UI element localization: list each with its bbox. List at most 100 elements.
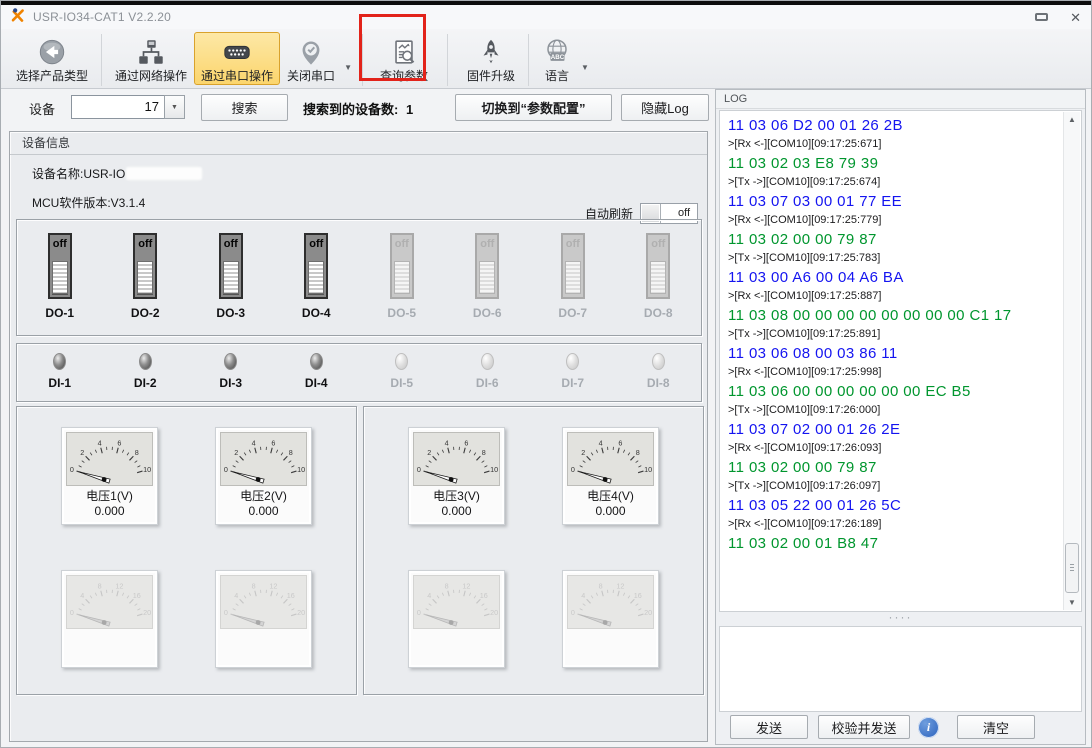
svg-text:16: 16	[133, 591, 141, 600]
toolbar-button-close-serial[interactable]: 关闭串口	[280, 32, 342, 85]
gauge-value: 0.000	[66, 504, 153, 519]
device-info-groupbox: 设备信息 设备名称:USR-IO MCU软件版本:V3.1.4 自动刷新 off…	[9, 131, 708, 742]
close-button[interactable]: ✕	[1070, 11, 1081, 24]
di-channel: DI-1	[17, 344, 103, 401]
send-button[interactable]: 发送	[730, 715, 808, 739]
toolbar: 选择产品类型 通过网络操作	[1, 29, 1091, 89]
svg-text:4: 4	[80, 591, 84, 600]
toolbar-button-select-product[interactable]: 选择产品类型	[9, 32, 95, 85]
switch-to-param-config-button[interactable]: 切换到“参数配置”	[455, 94, 612, 121]
do-state-text: off	[477, 238, 497, 250]
language-dropdown-arrow[interactable]: ▼	[581, 63, 589, 72]
svg-text:4: 4	[445, 438, 449, 447]
di-label: DI-6	[476, 376, 499, 390]
scrollbar-thumb[interactable]	[1065, 543, 1079, 593]
device-info-title: 设备信息	[10, 132, 707, 155]
log-view: 11 03 06 D2 00 01 26 2B >[Rx <-][COM10][0…	[719, 110, 1082, 612]
chevron-down-icon[interactable]: ▼	[164, 95, 185, 119]
clear-button[interactable]: 清空	[957, 715, 1035, 739]
minimize-button[interactable]	[1035, 13, 1048, 21]
do-switch-handle[interactable]	[137, 261, 153, 294]
svg-text:6: 6	[464, 438, 468, 447]
di-led-icon	[53, 353, 66, 370]
gauge-label: 电压3(V)	[413, 489, 500, 504]
do-channel: offDO-8	[616, 220, 702, 335]
svg-text:0: 0	[70, 464, 74, 473]
do-channel: offDO-1	[17, 220, 103, 335]
do-switch-handle[interactable]	[308, 261, 324, 294]
screenshot-top-border	[1, 1, 1091, 5]
gauge-text: 电压1(V)0.000	[66, 486, 153, 522]
di-led-icon	[224, 353, 237, 370]
log-hex-line: 11 03 08 00 00 00 00 00 00 00 00 C1 17	[728, 305, 1062, 326]
found-devices-text: 搜索到的设备数: 1	[303, 99, 413, 118]
gauge-dial: 048121620	[66, 575, 153, 629]
splitter-handle[interactable]: ····	[716, 613, 1085, 625]
log-meta-line: >[Tx ->][COM10][09:17:25:891]	[728, 326, 1062, 343]
do-switch-handle[interactable]	[52, 261, 68, 294]
info-icon[interactable]: i	[918, 717, 939, 738]
toolbar-button-firmware-upgrade[interactable]: 固件升级	[460, 32, 522, 85]
svg-text:12: 12	[616, 581, 624, 590]
scroll-up-arrow[interactable]: ▲	[1064, 112, 1080, 127]
do-switch-handle	[650, 261, 666, 294]
toolbar-button-serial-mode[interactable]: 通过串口操作	[194, 32, 280, 85]
title-bar: USR-IO34-CAT1 V2.2.20 ✕	[1, 5, 1091, 29]
verify-send-button[interactable]: 校验并发送	[818, 715, 910, 739]
di-label: DI-5	[390, 376, 413, 390]
device-name-redacted	[126, 167, 202, 180]
svg-text:16: 16	[634, 591, 642, 600]
di-led-icon	[481, 353, 494, 370]
do-state-text: off	[50, 238, 70, 250]
device-id-value[interactable]: 17	[71, 95, 164, 119]
do-switch-handle[interactable]	[223, 261, 239, 294]
gauge-value: 0.000	[567, 504, 654, 519]
do-switch[interactable]: off	[304, 233, 328, 299]
rocket-icon	[476, 35, 506, 69]
do-label: DO-6	[473, 306, 502, 320]
toolbar-label: 语言	[545, 69, 569, 84]
do-channel: offDO-2	[103, 220, 189, 335]
log-footer: 发送 校验并发送 i 清空	[716, 713, 1085, 741]
do-state-text: off	[648, 238, 668, 250]
disabled-gauge: 048121620	[215, 570, 312, 668]
hide-log-button[interactable]: 隐藏Log	[621, 94, 709, 121]
send-input[interactable]	[719, 626, 1082, 712]
svg-text:12: 12	[462, 581, 470, 590]
gauge-dial: 0246810	[220, 432, 307, 486]
found-devices-count: 1	[406, 102, 413, 117]
toolbar-button-language[interactable]: ABC 语言	[535, 32, 579, 85]
do-channel: offDO-3	[188, 220, 274, 335]
device-id-combobox[interactable]: 17 ▼	[71, 95, 185, 119]
gauge-text: 电压4(V)0.000	[567, 486, 654, 522]
do-state-text: off	[563, 238, 583, 250]
scroll-down-arrow[interactable]: ▼	[1064, 595, 1080, 610]
log-title: LOG	[716, 90, 1085, 109]
do-switch[interactable]: off	[219, 233, 243, 299]
log-hex-line: 11 03 06 D2 00 01 26 2B	[728, 115, 1062, 136]
gauge-dial: 0246810	[413, 432, 500, 486]
log-scrollbar[interactable]: ▲ ▼	[1063, 112, 1080, 610]
do-switch[interactable]: off	[48, 233, 72, 299]
toolbar-button-network-mode[interactable]: 通过网络操作	[108, 32, 194, 85]
di-channel: DI-5	[359, 344, 445, 401]
toolbar-button-query-params[interactable]: 查询参数	[373, 32, 435, 85]
toolbar-label: 关闭串口	[287, 69, 335, 84]
log-hex-line: 11 03 07 02 00 01 26 2E	[728, 419, 1062, 440]
svg-text:8: 8	[599, 581, 603, 590]
log-meta-line: >[Tx ->][COM10][09:17:25:674]	[728, 174, 1062, 191]
search-button[interactable]: 搜索	[201, 94, 288, 121]
voltage-gauge: 0246810电压2(V)0.000	[215, 427, 312, 525]
toolbar-separator	[362, 34, 363, 86]
svg-text:8: 8	[98, 581, 102, 590]
log-meta-line: >[Rx <-][COM10][09:17:26:189]	[728, 516, 1062, 533]
svg-text:0: 0	[70, 607, 74, 616]
di-label: DI-8	[647, 376, 670, 390]
close-serial-dropdown-arrow[interactable]: ▼	[344, 63, 352, 72]
gauge-text	[413, 629, 500, 665]
do-switch: off	[561, 233, 585, 299]
do-switch[interactable]: off	[133, 233, 157, 299]
log-meta-line: >[Rx <-][COM10][09:17:26:093]	[728, 440, 1062, 457]
do-switch-handle	[394, 261, 410, 294]
gauge-value: 0.000	[413, 504, 500, 519]
